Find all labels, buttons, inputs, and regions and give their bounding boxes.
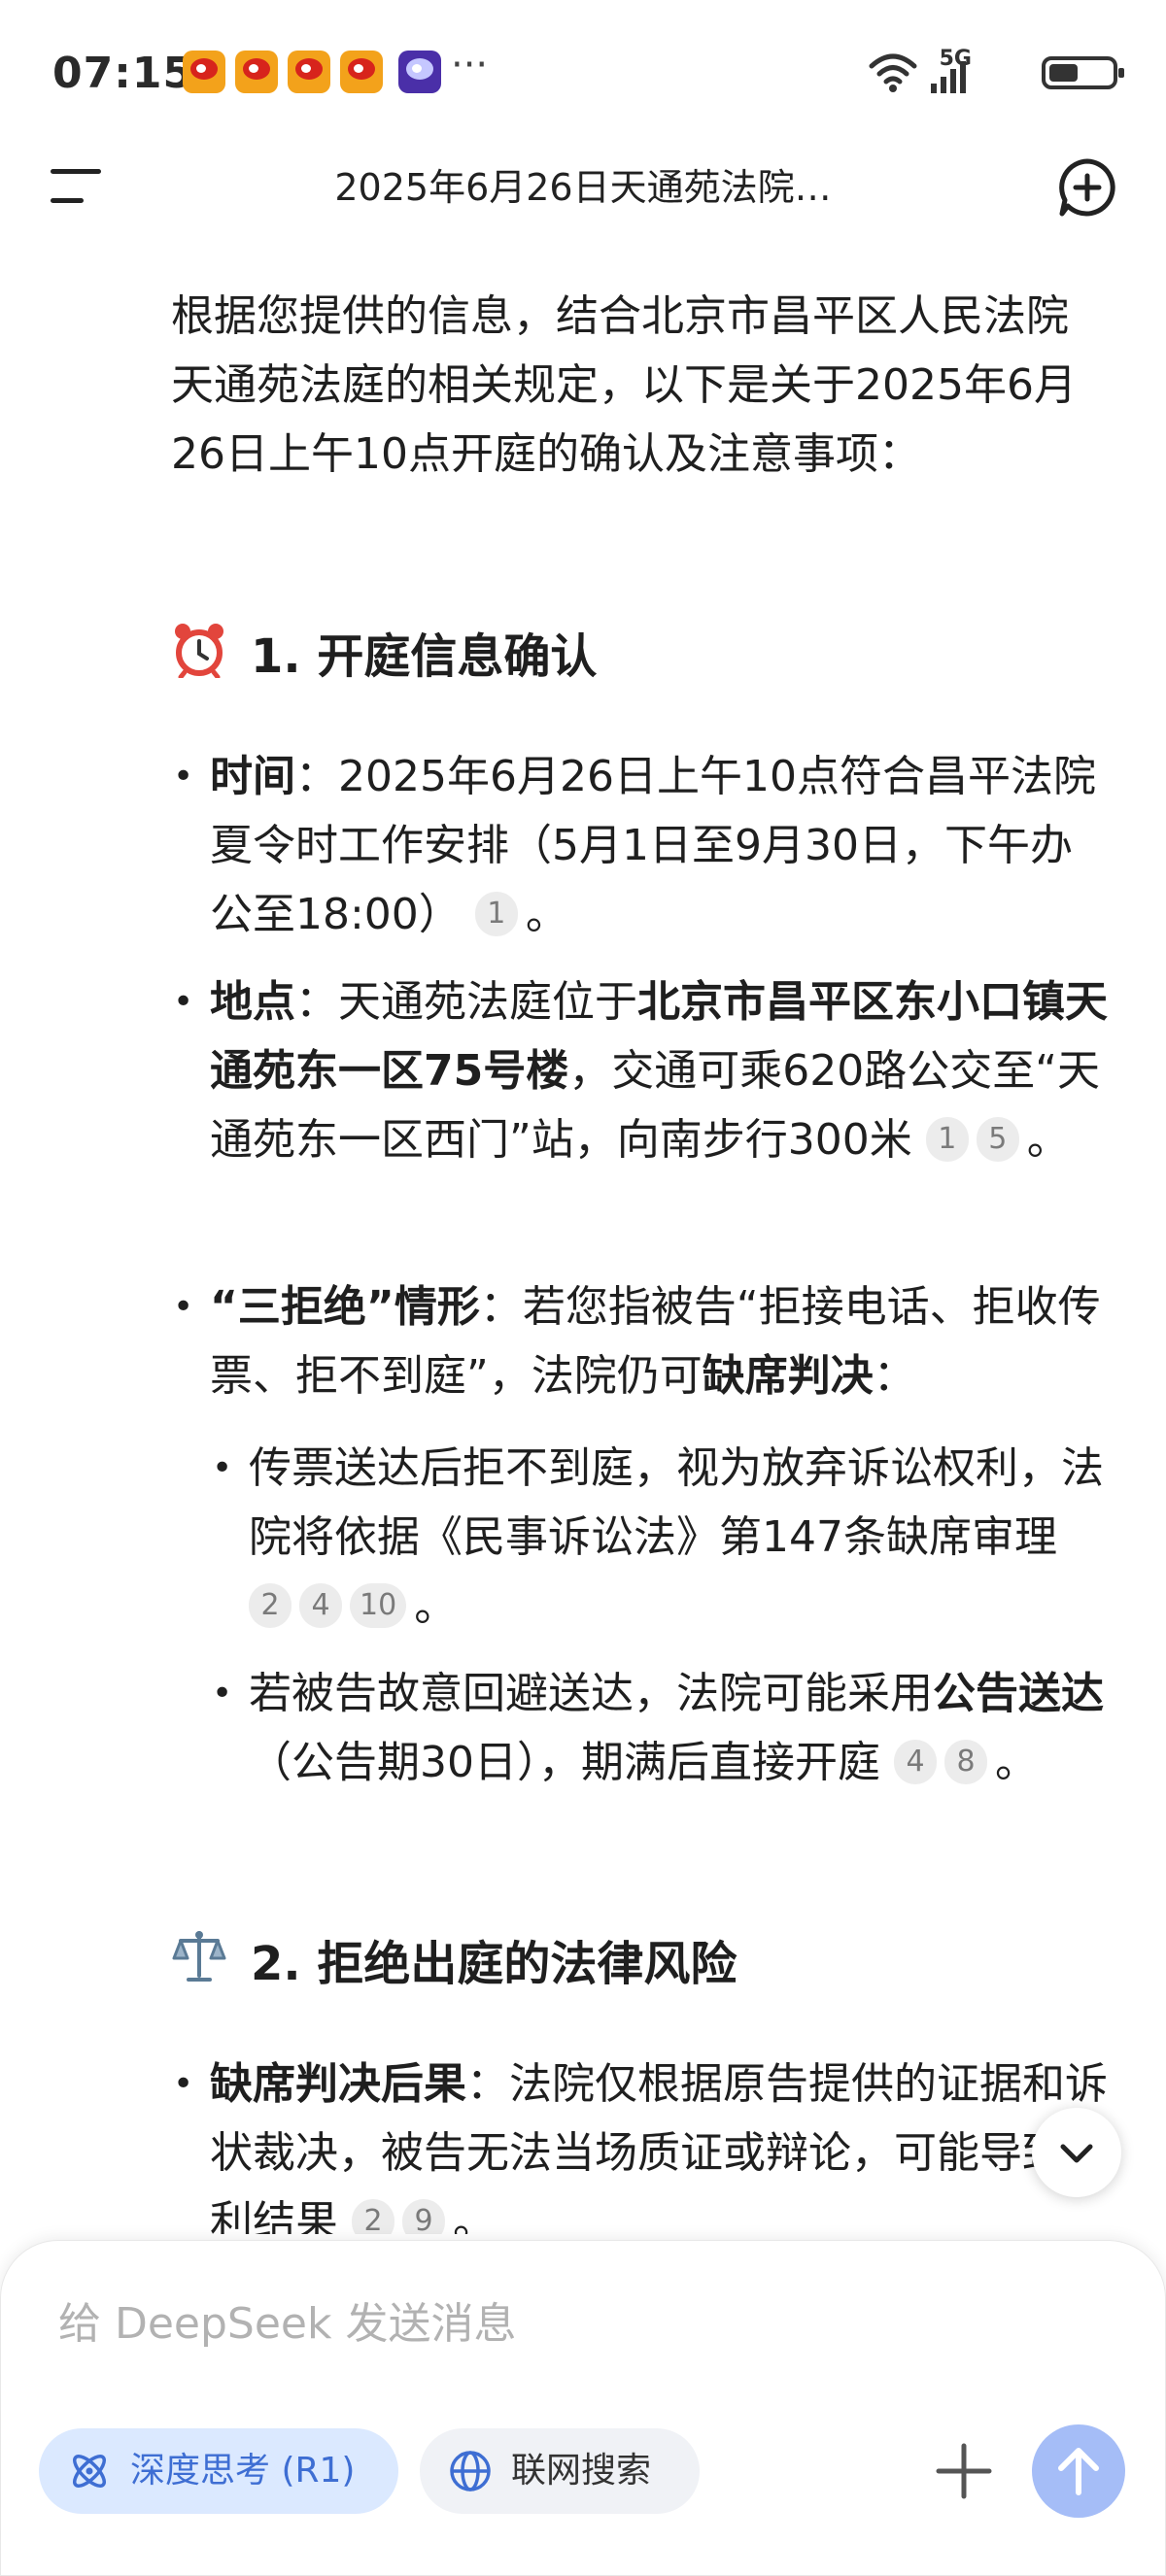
alarm-clock-icon <box>175 624 223 678</box>
item-label: 时间 <box>210 752 295 801</box>
battery-icon <box>1042 56 1124 89</box>
chat-title[interactable]: 2025年6月26日天通苑法院… <box>194 157 972 211</box>
message-input[interactable] <box>58 2294 933 2353</box>
item-text: ：2025年6月26日上午10点符合昌平法院夏令时工作安排（5月1日至9月30日… <box>210 752 1096 939</box>
globe-icon <box>450 2451 491 2491</box>
sub-list-item: • 传票送达后拒不到庭，视为放弃诉讼权利，法院将依据《民事诉讼法》第147条缺席… <box>212 1434 1114 1641</box>
citation-badge[interactable]: 1 <box>925 1117 969 1162</box>
chevron-down-icon <box>1060 2144 1093 2163</box>
attach-plus-icon[interactable] <box>931 2438 997 2504</box>
atom-icon <box>73 2455 106 2488</box>
bullet-dot: • <box>173 757 194 797</box>
weibo-icon <box>183 51 225 93</box>
wifi-icon <box>869 53 917 92</box>
status-bar: 07:15 ··· 5G <box>0 0 1166 146</box>
app-notification-icon <box>398 51 441 93</box>
deep-think-label: 深度思考 (R1) <box>130 2451 356 2491</box>
citation-badge[interactable]: 10 <box>350 1583 407 1628</box>
signal-icon <box>931 61 966 93</box>
weibo-icon <box>340 51 383 93</box>
item-bold: 公告送达 <box>933 1669 1104 1718</box>
bullet-dot: • <box>173 2064 194 2104</box>
item-text: （公告期30日），期满后直接开庭 <box>249 1738 880 1787</box>
bullet-dot: • <box>173 1287 194 1327</box>
new-chat-icon[interactable] <box>1057 157 1117 218</box>
weibo-icon <box>235 51 278 93</box>
item-end: 。 <box>525 890 568 939</box>
bullet-dot: • <box>212 1448 233 1488</box>
item-text: ：天通苑法庭位于 <box>295 977 637 1027</box>
arrow-up-icon <box>1058 2448 1099 2495</box>
web-search-toggle[interactable]: 联网搜索 <box>420 2428 700 2514</box>
system-icons: 5G <box>865 47 1124 97</box>
bullet-dot: • <box>212 1674 233 1713</box>
section-heading: 2. 拒绝出庭的法律风险 <box>251 1937 737 1991</box>
item-end: 。 <box>453 2197 496 2234</box>
citation-badge[interactable]: 1 <box>474 892 518 936</box>
scroll-to-bottom-button[interactable] <box>1032 2108 1121 2197</box>
item-text: 传票送达后拒不到庭，视为放弃诉讼权利，法院将依据《民事诉讼法》第147条缺席审理 <box>249 1443 1104 1562</box>
item-label: “三拒绝”情形 <box>210 1282 480 1332</box>
item-end: 。 <box>414 1581 458 1631</box>
list-item: • 缺席判决后果：法院仅根据原告提供的证据和诉状裁决，被告无法当场质证或辩论，可… <box>173 2050 1133 2234</box>
list-item: • “三拒绝”情形：若您指被告“拒接电话、拒收传票、拒不到庭”，法院仍可缺席判决… <box>173 1272 1114 1410</box>
deep-think-toggle[interactable]: 深度思考 (R1) <box>39 2428 398 2514</box>
citation-badge[interactable]: 8 <box>944 1740 987 1784</box>
send-button[interactable] <box>1032 2424 1125 2518</box>
balance-scale-icon <box>172 1931 226 1982</box>
chat-content: 根据您提供的信息，结合北京市昌平区人民法院天通苑法庭的相关规定，以下是关于202… <box>0 272 1166 2234</box>
message-composer <box>0 2240 1166 2576</box>
item-label: 缺席判决后果 <box>210 2059 466 2109</box>
item-label: 地点 <box>210 977 295 1027</box>
message-intro: 根据您提供的信息，结合北京市昌平区人民法院天通苑法庭的相关规定，以下是关于202… <box>171 291 1077 479</box>
bullet-dot: • <box>173 982 194 1022</box>
menu-icon[interactable] <box>51 167 105 206</box>
citation-badge[interactable]: 2 <box>352 2199 394 2234</box>
citation-badge[interactable]: 4 <box>299 1583 342 1628</box>
item-end: 。 <box>1026 1115 1070 1165</box>
item-text: ： <box>873 1351 916 1401</box>
section-heading: 1. 开庭信息确认 <box>251 629 598 684</box>
list-item: • 地点：天通苑法庭位于北京市昌平区东小口镇天通苑东一区75号楼，交通可乘620… <box>173 967 1133 1174</box>
sub-list-item: • 若被告故意回避送达，法院可能采用公告送达 （公告期30日），期满后直接开庭 4… <box>212 1659 1114 1797</box>
citation-badge[interactable]: 2 <box>249 1583 292 1628</box>
item-text: 若被告故意回避送达，法院可能采用 <box>249 1669 933 1718</box>
weibo-icon <box>288 51 330 93</box>
status-time: 07:15 <box>52 49 194 98</box>
web-search-label: 联网搜索 <box>511 2451 652 2491</box>
more-notifications-icon: ··· <box>451 43 489 87</box>
citation-badge[interactable]: 4 <box>894 1740 937 1784</box>
list-item: • 时间：2025年6月26日上午10点符合昌平法院夏令时工作安排（5月1日至9… <box>173 742 1114 949</box>
item-end: 。 <box>995 1738 1038 1787</box>
item-bold: 缺席判决 <box>702 1351 874 1401</box>
citation-badge[interactable]: 5 <box>976 1117 1019 1162</box>
citation-badge[interactable]: 9 <box>402 2199 445 2234</box>
battery-level <box>1049 64 1079 82</box>
